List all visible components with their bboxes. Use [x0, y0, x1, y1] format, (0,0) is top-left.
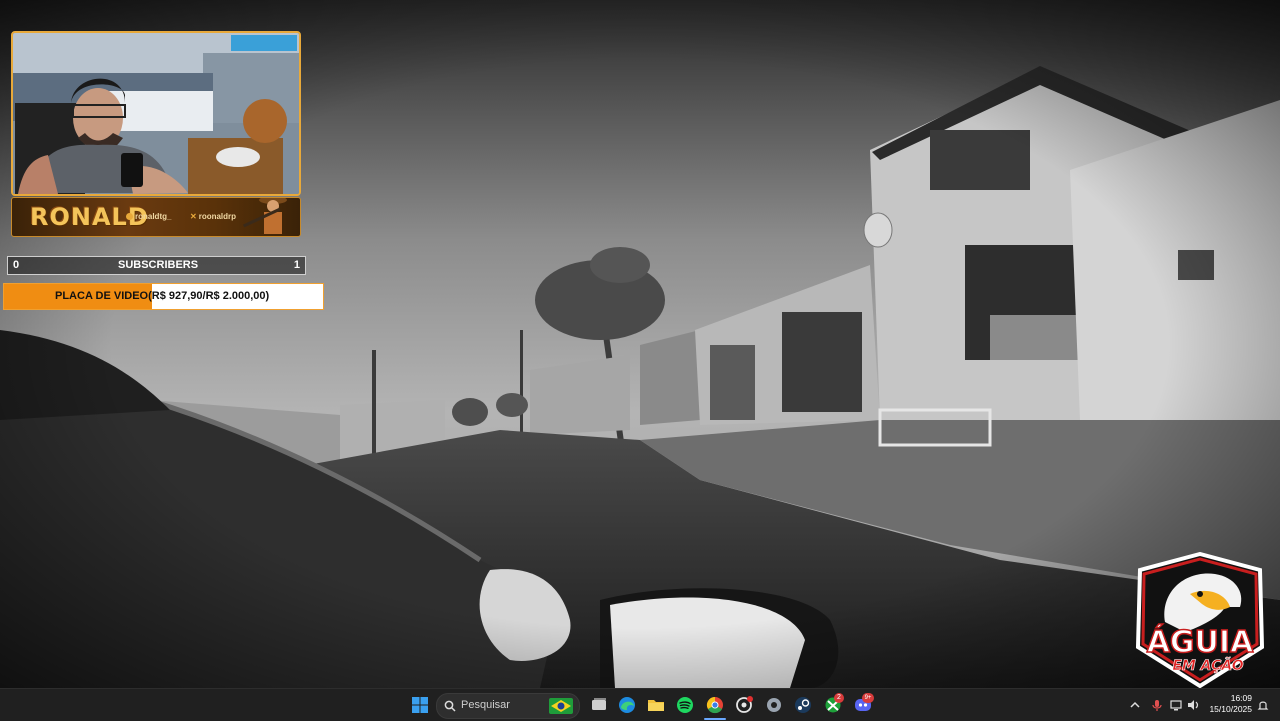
subscribers-target-count: 1 [293, 259, 300, 271]
instagram-icon [126, 213, 133, 220]
goal-progress-text: (R$ 927,90/R$ 2.000,00) [148, 290, 270, 302]
volume-icon[interactable] [1186, 698, 1200, 712]
clock[interactable]: 16:09 15/10/2025 [1209, 693, 1252, 715]
subscribers-goal-bar: 0 SUBSCRIBERS 1 [7, 256, 306, 275]
webcam-feed [11, 31, 301, 196]
windows-start-icon[interactable] [410, 695, 430, 715]
settings-gear-icon[interactable] [764, 695, 784, 715]
edge-icon[interactable] [617, 695, 637, 715]
steam-icon[interactable] [793, 695, 813, 715]
streamer-name-banner: RONALD ronaldtg_ ✕ roonaldrp [11, 197, 301, 237]
windows-taskbar: Pesquisar 2 9+ 16:09 15/10/2025 [0, 688, 1280, 721]
network-icon[interactable] [1170, 698, 1184, 712]
discord-notification-badge: 9+ [862, 693, 874, 703]
aguia-em-acao-logo: ÁGUIA EM AÇÃO [1130, 551, 1270, 689]
file-explorer-icon[interactable] [646, 695, 666, 715]
chrome-icon[interactable] [705, 695, 725, 715]
chevron-up-icon[interactable] [1128, 698, 1142, 712]
task-view-icon[interactable] [589, 695, 609, 715]
cowboy-character-icon [243, 198, 287, 234]
clock-date: 15/10/2025 [1209, 704, 1252, 714]
search-icon [444, 700, 456, 712]
spotify-icon[interactable] [675, 695, 695, 715]
subscribers-label: SUBSCRIBERS [118, 259, 199, 271]
notification-bell-icon[interactable] [1256, 698, 1270, 712]
logo-text-aguia: ÁGUIA [1147, 624, 1254, 660]
subscribers-start-count: 0 [13, 259, 20, 271]
x-handle: ✕ roonaldrp [190, 212, 237, 221]
goal-title: PLACA DE VIDEO [55, 290, 149, 302]
microphone-icon[interactable] [1150, 698, 1164, 712]
goal-label: PLACA DE VIDEO(R$ 927,90/R$ 2.000,00) [55, 290, 269, 302]
x-logo-icon: ✕ [190, 212, 197, 221]
brazil-flag-icon [549, 698, 573, 714]
search-placeholder: Pesquisar [461, 699, 510, 711]
logo-text-em-acao: EM AÇÃO [1172, 657, 1243, 674]
donation-goal-bar: PLACA DE VIDEO(R$ 927,90/R$ 2.000,00) [3, 283, 324, 310]
clock-time: 16:09 [1230, 693, 1252, 703]
taskbar-search-box[interactable]: Pesquisar [436, 693, 580, 719]
xbox-notification-badge: 2 [834, 693, 844, 703]
chatgpt-icon[interactable] [734, 695, 754, 715]
instagram-handle: ronaldtg_ [126, 212, 171, 221]
